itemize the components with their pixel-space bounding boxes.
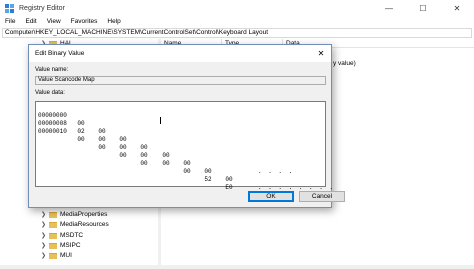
expand-arrow-icon[interactable]: ❯ <box>40 221 47 228</box>
hex-byte: E0 <box>225 184 233 191</box>
folder-icon <box>49 221 57 228</box>
menu-help[interactable]: Help <box>102 18 125 25</box>
hex-byte: 00 <box>225 176 233 183</box>
tree-item-label: MSIPC <box>60 242 81 249</box>
value-name-field[interactable]: Value Scancode Map <box>35 76 326 85</box>
folder-icon <box>49 232 57 239</box>
dialog-close-icon[interactable]: ✕ <box>315 47 327 59</box>
value-data-label: Value data: <box>35 90 65 96</box>
folder-icon <box>49 242 57 249</box>
hex-byte: 52 <box>204 176 212 183</box>
hex-offset: 00000010 <box>38 128 67 135</box>
binary-data-editor[interactable]: 00000000 00 00 00 00 00 00 00 00 . . . .… <box>35 101 333 199</box>
hex-byte: 00 <box>140 144 148 151</box>
dialog-title: Edit Binary Value <box>35 50 85 57</box>
expand-arrow-icon[interactable]: ❯ <box>40 232 47 239</box>
tree-item[interactable]: ❯ MUI <box>40 251 72 260</box>
hex-byte: 00 <box>140 160 148 167</box>
window-title: Registry Editor <box>19 4 65 12</box>
window-titlebar: Registry Editor — ☐ ✕ <box>0 0 474 16</box>
hex-byte: 00 <box>183 160 191 167</box>
close-window-button[interactable]: ✕ <box>440 0 474 16</box>
tree-item[interactable]: ❯ MediaResources <box>40 220 109 229</box>
hex-byte: 00 <box>98 128 106 135</box>
hex-byte: 00 <box>140 152 148 159</box>
folder-icon <box>49 211 57 218</box>
hex-byte: 00 <box>77 136 85 143</box>
hex-ascii: . . . . <box>258 168 294 175</box>
tree-item-label: MUI <box>60 252 72 259</box>
menu-view[interactable]: View <box>42 18 66 25</box>
menu-file[interactable]: File <box>0 18 20 25</box>
dialog-titlebar: Edit Binary Value ✕ <box>29 45 331 62</box>
menu-bar: File Edit View Favorites Help <box>0 16 126 27</box>
menu-favorites[interactable]: Favorites <box>66 18 103 25</box>
hex-byte: 00 <box>119 152 127 159</box>
hex-byte: 00 <box>98 136 106 143</box>
hex-row: 00000010 00 00 00 00 . . . . <box>36 120 292 175</box>
hex-byte: 00 <box>204 168 212 175</box>
edit-binary-value-dialog: Edit Binary Value ✕ Value name: Value Sc… <box>28 44 345 208</box>
hex-byte: 00 <box>119 144 127 151</box>
folder-icon <box>49 252 57 259</box>
hex-byte: 00 <box>98 144 106 151</box>
hex-row: 00000000 00 00 00 00 00 00 00 00 . . . .… <box>36 104 333 191</box>
hex-byte: 00 <box>77 120 85 127</box>
minimize-button[interactable]: — <box>372 0 406 16</box>
tree-item[interactable]: ❯ MediaProperties <box>40 210 107 219</box>
ok-button[interactable]: OK <box>248 191 294 202</box>
cancel-button[interactable]: Cancel <box>299 191 345 202</box>
registry-editor-icon <box>5 3 14 13</box>
tree-item[interactable]: ❯ MSDTC <box>40 231 83 240</box>
hex-byte: 00 <box>162 160 170 167</box>
tree-item[interactable]: ❯ MSIPC <box>40 241 81 250</box>
value-name-label: Value name: <box>35 67 69 73</box>
expand-arrow-icon[interactable]: ❯ <box>40 252 47 259</box>
text-caret <box>160 117 161 124</box>
tree-item-label: MediaResources <box>60 221 109 228</box>
hex-byte: 00 <box>119 136 127 143</box>
hex-row: 00000008 02 00 00 00 00 00 52 E0 . . . .… <box>36 112 333 199</box>
hex-byte: 02 <box>77 128 85 135</box>
status-bar <box>0 265 474 269</box>
address-bar[interactable]: Computer\HKEY_LOCAL_MACHINE\SYSTEM\Curre… <box>2 28 472 38</box>
menu-edit[interactable]: Edit <box>20 18 41 25</box>
tree-item-label: MSDTC <box>60 232 84 239</box>
expand-arrow-icon[interactable]: ❯ <box>40 242 47 249</box>
expand-arrow-icon[interactable]: ❯ <box>40 211 47 218</box>
value-data-cell: y value) <box>333 60 356 67</box>
maximize-button[interactable]: ☐ <box>406 0 440 16</box>
hex-byte: 00 <box>162 152 170 159</box>
tree-item-label: MediaProperties <box>60 211 108 218</box>
hex-byte: 00 <box>183 168 191 175</box>
